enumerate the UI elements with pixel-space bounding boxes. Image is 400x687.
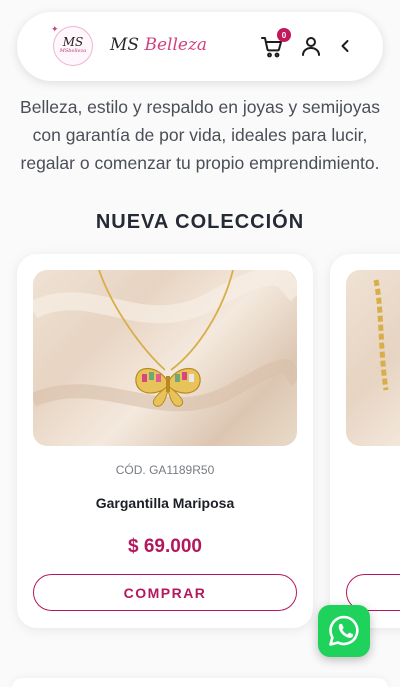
logo-subtext: MSbelleza	[59, 48, 87, 54]
site-header: MS MSbelleza ✦ MS Belleza 0	[17, 12, 383, 81]
brand-belleza: Belleza	[144, 35, 208, 55]
logo-monogram: MS	[62, 35, 84, 49]
product-card-next[interactable]	[330, 254, 400, 628]
buy-button[interactable]: COMPRAR	[33, 574, 297, 611]
back-button[interactable]	[335, 36, 355, 56]
logo[interactable]: MS MSbelleza	[53, 26, 93, 66]
product-code: CÓD. GA1189R50	[115, 463, 215, 477]
user-icon	[302, 37, 320, 56]
chevron-left-icon	[341, 40, 349, 52]
brand-ms: MS	[110, 35, 140, 55]
necklace-image	[33, 270, 297, 412]
section-title: NUEVA COLECCIÓN	[95, 211, 305, 233]
cart-count-badge: 0	[277, 28, 291, 42]
product-name[interactable]: Gargantilla Mariposa	[17, 495, 313, 511]
bracelet-image	[373, 279, 389, 391]
product-price: $ 69.000	[128, 536, 202, 557]
brand-name[interactable]: MS Belleza	[110, 35, 207, 55]
whatsapp-icon	[329, 615, 359, 646]
next-section	[12, 678, 388, 687]
page: MS MSbelleza ✦ MS Belleza 0 Belleza, est…	[0, 0, 400, 687]
whatsapp-button[interactable]	[318, 605, 370, 657]
product-image[interactable]	[346, 270, 400, 446]
account-button[interactable]	[299, 34, 323, 58]
product-image[interactable]	[33, 270, 297, 446]
sparkle-icon: ✦	[51, 24, 59, 34]
product-card[interactable]: CÓD. GA1189R50 Gargantilla Mariposa $ 69…	[17, 254, 313, 628]
intro-text: Belleza, estilo y respaldo en joyas y se…	[20, 97, 380, 173]
